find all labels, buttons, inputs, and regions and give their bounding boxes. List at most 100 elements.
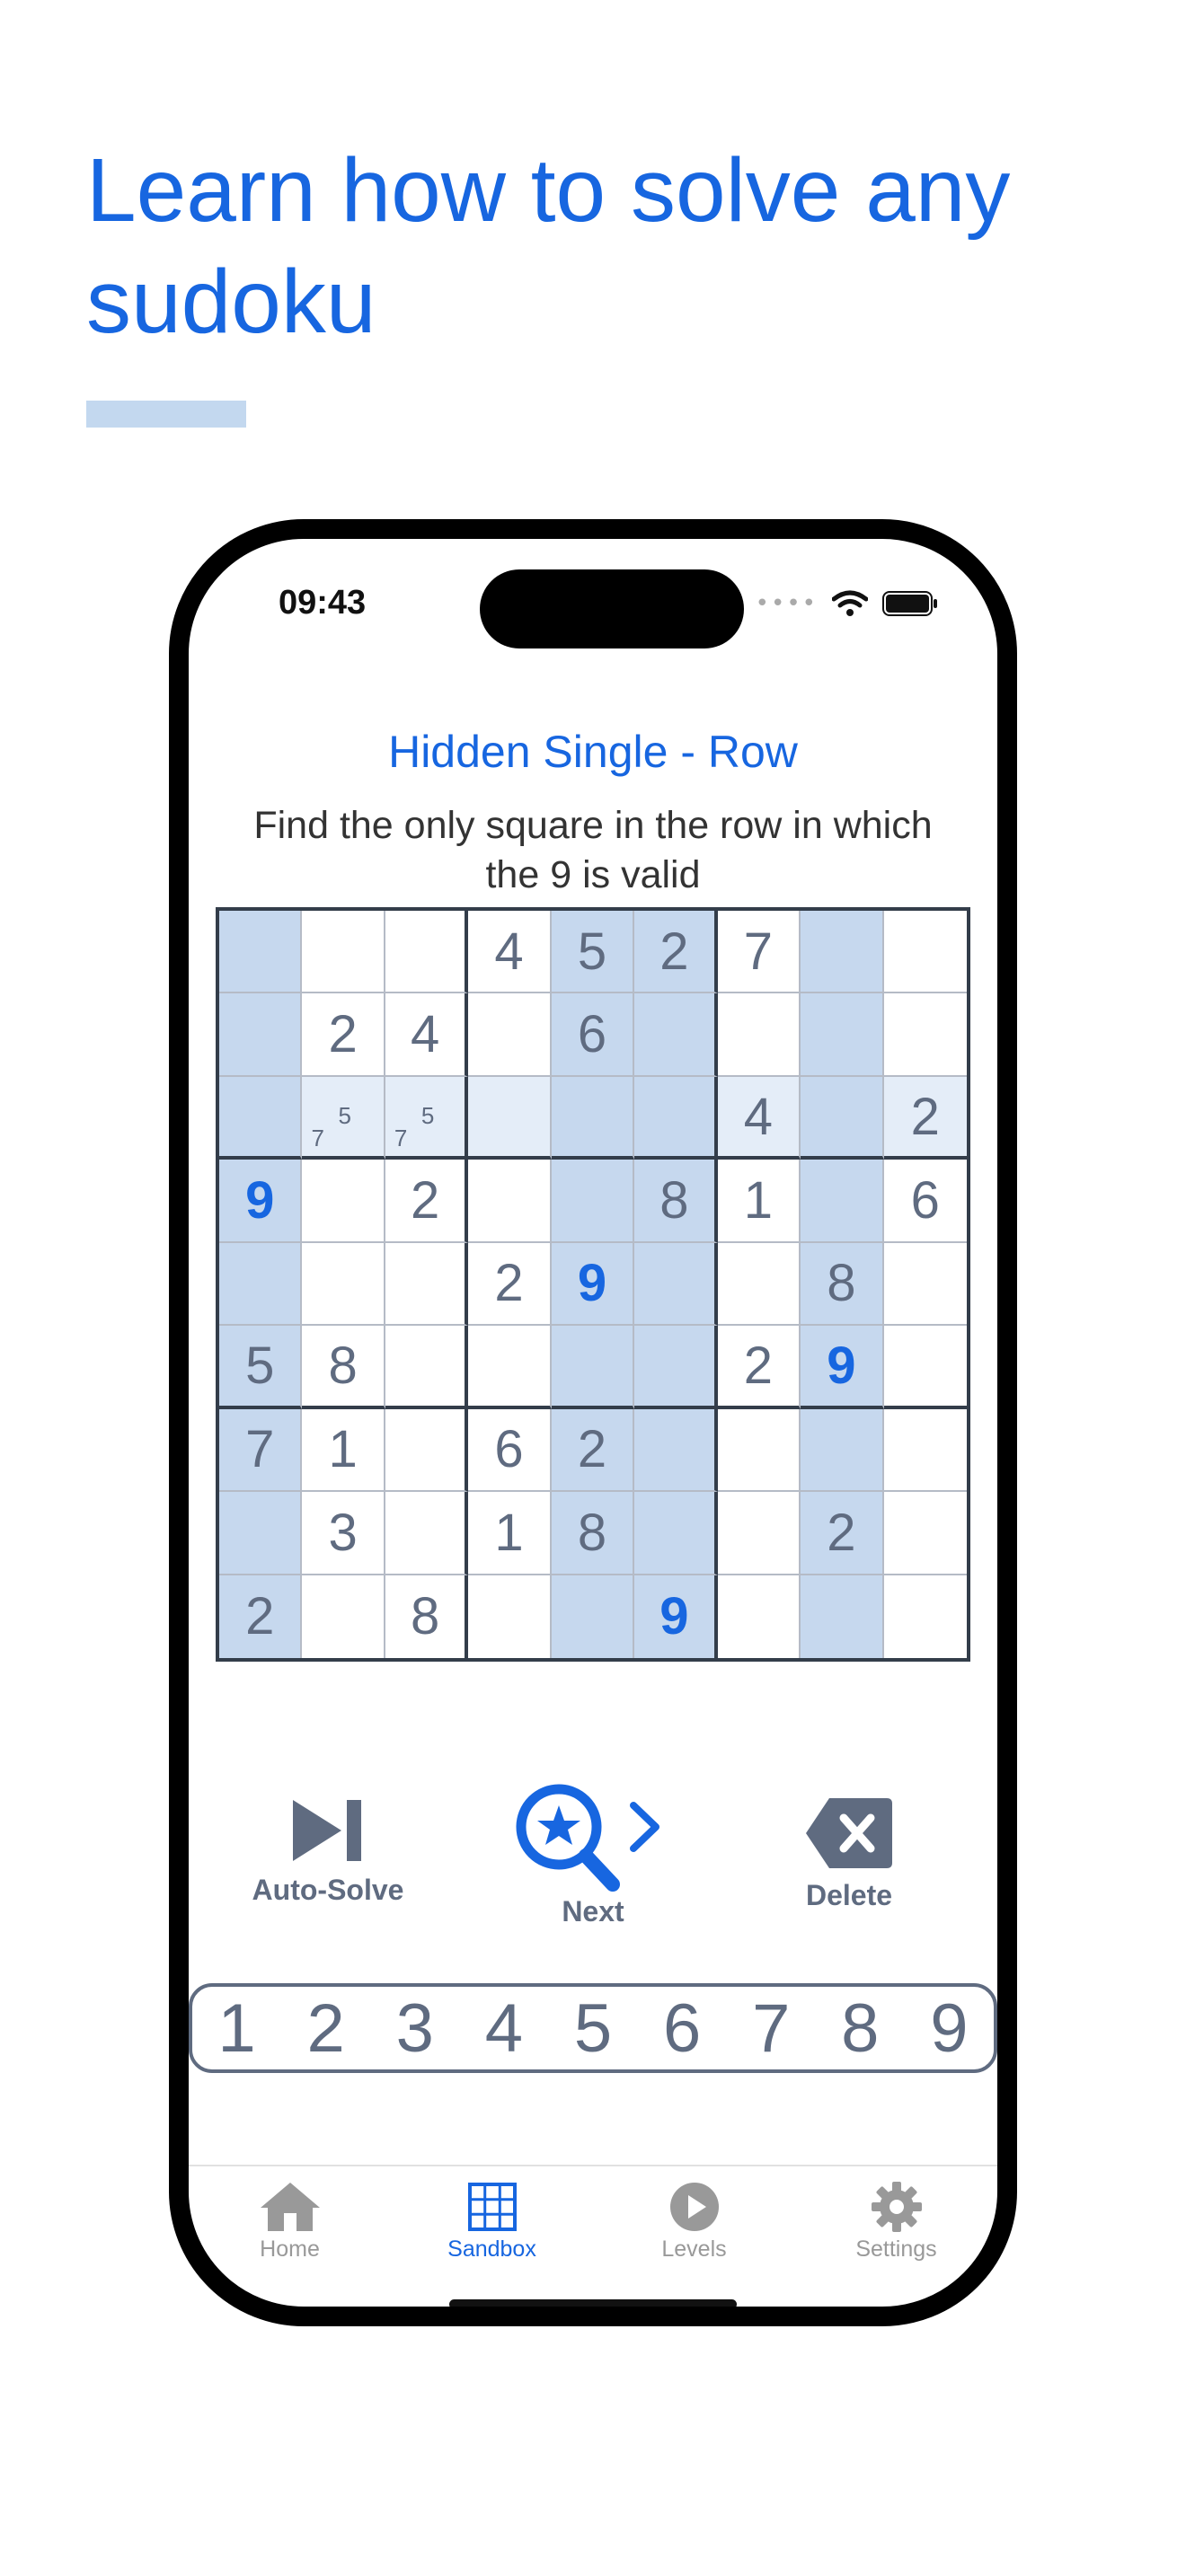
board-cell[interactable] (302, 1575, 385, 1658)
cell-digit: 4 (410, 1005, 440, 1064)
board-cell[interactable] (883, 1492, 967, 1575)
delete-button[interactable]: Delete (764, 1796, 934, 1912)
board-cell[interactable] (219, 911, 303, 994)
board-cell[interactable] (634, 1492, 718, 1575)
board-cell[interactable] (634, 1326, 718, 1409)
tab-settings[interactable]: Settings (795, 2181, 997, 2263)
board-cell[interactable] (718, 1575, 801, 1658)
board-cell[interactable] (302, 911, 385, 994)
board-cell[interactable] (468, 993, 552, 1077)
board-cell[interactable]: 1 (717, 1160, 801, 1243)
board-cell[interactable]: 8 (302, 1326, 385, 1409)
tab-sandbox[interactable]: Sandbox (391, 2181, 593, 2263)
board-cell[interactable] (883, 1409, 967, 1493)
board-cell[interactable]: 4 (468, 911, 552, 994)
board-cell[interactable] (385, 1326, 469, 1409)
board-cell[interactable]: 9 (801, 1326, 884, 1409)
board-cell[interactable]: 8 (634, 1160, 718, 1243)
board-cell[interactable] (801, 1076, 884, 1160)
headline: Learn how to solve any sudoku (86, 140, 1011, 352)
board-cell[interactable] (717, 1492, 801, 1575)
board-cell[interactable]: 1 (302, 1408, 385, 1493)
number-key[interactable]: 3 (375, 1989, 456, 2068)
board-cell[interactable]: 8 (385, 1575, 469, 1658)
number-key[interactable]: 1 (197, 1989, 278, 2068)
board-cell[interactable] (385, 911, 469, 994)
number-key[interactable]: 4 (464, 1989, 544, 2068)
next-button[interactable]: Next (512, 1778, 674, 1928)
board-cell[interactable] (385, 1492, 469, 1575)
board-cell[interactable] (219, 1076, 303, 1160)
board-cell[interactable]: 3 (302, 1492, 385, 1575)
board-cell[interactable] (551, 1160, 635, 1243)
board-cell[interactable]: 2 (302, 993, 385, 1077)
board-cell[interactable]: 2 (468, 1242, 552, 1327)
board-cell[interactable] (634, 1076, 718, 1160)
board-cell[interactable] (468, 1326, 552, 1409)
number-key[interactable]: 2 (286, 1989, 367, 2068)
number-key[interactable]: 5 (553, 1989, 633, 2068)
board-cell[interactable]: 7 (717, 911, 801, 994)
board-cell[interactable] (801, 993, 884, 1077)
board-cell[interactable]: 75 (302, 1076, 385, 1160)
tab-levels[interactable]: Levels (593, 2181, 795, 2263)
board-cell[interactable] (551, 1326, 635, 1409)
number-key[interactable]: 9 (908, 1989, 989, 2068)
board-cell[interactable] (468, 1575, 552, 1658)
number-key[interactable]: 7 (730, 1989, 811, 2068)
board-cell[interactable] (385, 1242, 469, 1327)
board-cell[interactable] (883, 993, 967, 1077)
board-cell[interactable] (801, 911, 884, 994)
board-cell[interactable] (634, 993, 718, 1077)
board-cell[interactable] (468, 1160, 552, 1243)
board-cell[interactable] (219, 1242, 303, 1327)
board-cell[interactable]: 2 (385, 1160, 469, 1243)
board-cell[interactable] (551, 1575, 635, 1658)
board-cell[interactable] (884, 1575, 967, 1658)
board-cell[interactable] (634, 1242, 718, 1327)
board-cell[interactable]: 4 (717, 1076, 801, 1160)
board-cell[interactable] (883, 1326, 967, 1409)
number-key[interactable]: 8 (819, 1989, 900, 2068)
board-cell[interactable] (219, 993, 303, 1077)
board-cell[interactable]: 6 (883, 1160, 967, 1243)
tab-home[interactable]: Home (189, 2181, 391, 2263)
board-cell[interactable]: 6 (551, 993, 635, 1077)
board-cell[interactable]: 8 (801, 1242, 884, 1327)
board-cell[interactable] (801, 1575, 884, 1658)
tab-bar: Home Sandbox Levels Settings (189, 2165, 997, 2292)
board-cell[interactable] (468, 1076, 552, 1160)
board-cell[interactable] (883, 1243, 967, 1327)
board-cell[interactable] (883, 911, 967, 994)
board-cell[interactable]: 2 (717, 1326, 801, 1409)
board-cell[interactable] (302, 1160, 385, 1243)
board-cell[interactable]: 75 (385, 1076, 469, 1160)
board-cell[interactable]: 1 (468, 1492, 552, 1575)
board-cell[interactable]: 4 (385, 993, 469, 1077)
board-cell[interactable]: 5 (219, 1326, 303, 1409)
board-cell[interactable] (551, 1076, 635, 1160)
board-cell[interactable] (801, 1160, 884, 1243)
board-cell[interactable]: 9 (551, 1242, 635, 1327)
board-cell[interactable]: 9 (219, 1160, 303, 1243)
board-cell[interactable] (717, 993, 801, 1077)
board-cell[interactable]: 2 (551, 1408, 635, 1493)
number-key[interactable]: 6 (642, 1989, 722, 2068)
board-cell[interactable]: 8 (551, 1492, 635, 1575)
board-cell[interactable]: 9 (634, 1575, 718, 1658)
board-cell[interactable] (385, 1408, 469, 1493)
board-cell[interactable]: 6 (468, 1408, 552, 1493)
board-cell[interactable]: 2 (219, 1575, 303, 1658)
board-cell[interactable] (634, 1408, 718, 1493)
board-cell[interactable]: 7 (219, 1408, 303, 1493)
board-cell[interactable]: 2 (883, 1076, 967, 1160)
board-cell[interactable] (302, 1242, 385, 1327)
board-cell[interactable] (219, 1492, 303, 1575)
board-cell[interactable] (801, 1408, 884, 1493)
auto-solve-button[interactable]: Auto-Solve (243, 1796, 413, 1907)
board-cell[interactable]: 2 (634, 911, 718, 994)
board-cell[interactable]: 2 (801, 1492, 884, 1575)
board-cell[interactable]: 5 (551, 911, 635, 994)
board-cell[interactable] (717, 1408, 801, 1493)
board-cell[interactable] (717, 1242, 801, 1327)
